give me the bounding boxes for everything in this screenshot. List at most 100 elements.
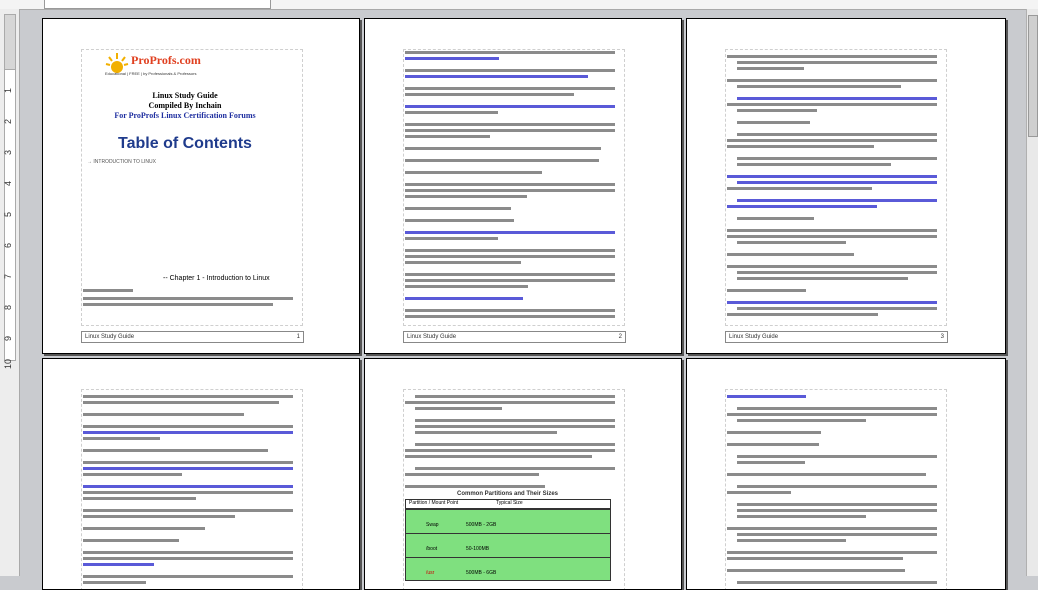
text-line [83,473,182,476]
text-line [83,449,269,452]
text-line [405,195,528,198]
text-line [727,79,937,82]
text-line [727,301,937,304]
text-line [83,467,293,470]
table-cell: /usr [426,570,435,576]
toc-entry[interactable]: → INTRODUCTION TO LINUX [87,159,156,165]
text-line [737,121,810,124]
text-line [83,425,293,428]
text-line [737,277,909,280]
text-line [737,503,937,506]
text-line [405,159,599,162]
author-line: Compiled By Inchain [148,101,222,110]
text-line [405,231,615,234]
text-line [737,181,937,184]
text-line [405,147,601,150]
text-line [415,395,615,398]
text-line [727,175,937,178]
footer-page-number: 2 [618,334,622,340]
footer-text: Linux Study Guide [729,334,779,340]
text-line [405,401,615,404]
text-line [83,437,160,440]
text-line [405,183,615,186]
page-1[interactable]: ProProfs.com Educational | FREE | by Pro… [42,18,360,354]
text-line [83,515,235,518]
scrollbar-thumb[interactable] [1028,15,1038,137]
text-line [83,527,206,530]
text-line [737,163,892,166]
text-line [727,431,822,434]
text-line [737,109,818,112]
vertical-scrollbar[interactable] [1026,9,1038,576]
text-line [737,539,846,542]
page-4[interactable] [42,358,360,590]
text-line [83,581,147,584]
table-header-cell: Partition / Mount Point [409,500,459,506]
text-line [405,57,500,60]
footer-text: Linux Study Guide [85,334,135,340]
table-header: Partition / Mount Point Typical Size [406,500,610,509]
text-line [737,461,805,464]
text-line [405,473,540,476]
text-line [737,533,937,536]
text-line [737,217,814,220]
ruler-margin-top [4,14,16,71]
table-title: Common Partitions and Their Sizes [457,491,559,497]
text-line [727,145,874,148]
text-line [83,509,293,512]
ruler-text-area [44,0,271,9]
page-2[interactable]: Linux Study Guide 2 [364,18,682,354]
text-line [405,315,615,318]
text-line [727,557,904,560]
text-line [415,443,615,446]
ruler-number: 2 [3,118,13,124]
text-line [727,265,937,268]
text-line [737,407,937,410]
table-cell: 50-100MB [466,546,490,552]
page-3[interactable]: Linux Study Guide 3 [686,18,1006,354]
text-line [83,413,244,416]
ruler-number: 3 [3,149,13,155]
text-line [83,539,180,542]
text-line [405,207,512,210]
page-5[interactable]: Common Partitions and Their Sizes Partit… [364,358,682,590]
text-line [737,61,937,64]
text-line [727,491,792,494]
ruler-number: 10 [3,358,13,369]
text-line [83,303,273,306]
text-line [727,527,937,530]
logo-brand: ProProfs.com [131,53,201,67]
page-6[interactable] [686,358,1006,590]
page-footer: Linux Study Guide 2 [403,331,626,343]
text-line [727,413,937,416]
text-line [405,189,615,192]
text-line [405,105,615,108]
ruler-number: 4 [3,180,13,186]
text-line [405,75,589,78]
text-line [405,51,615,54]
text-line [405,273,615,276]
text-line [737,307,937,310]
text-line [727,313,879,316]
text-line [415,419,615,422]
text-line [405,219,515,222]
footer-text: Linux Study Guide [407,334,457,340]
text-line [405,69,615,72]
text-line [405,171,543,174]
table-cell: 500MB - 6GB [466,570,497,576]
text-line [737,509,937,512]
text-line [415,407,502,410]
table-cell: Swap [426,522,439,528]
ruler-number: 7 [3,273,13,279]
text-line [83,557,293,560]
text-line [405,449,615,452]
title-line: Linux Study Guide [152,91,218,100]
ruler-number: 6 [3,242,13,248]
text-line [737,515,866,518]
text-line [737,97,937,100]
vertical-ruler: 1 2 3 4 5 6 7 8 9 10 [0,9,20,576]
text-line [737,271,937,274]
ruler-number: 9 [3,335,13,341]
text-line [727,395,806,398]
text-line [737,241,846,244]
